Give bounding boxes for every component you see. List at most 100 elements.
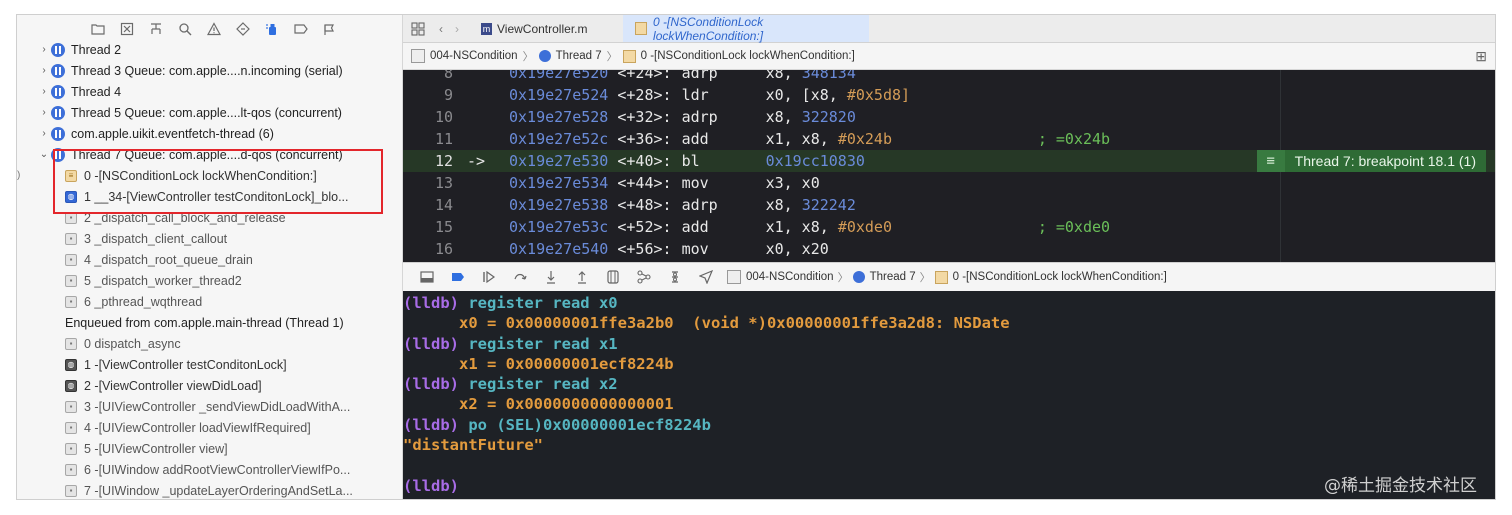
thread-label: com.apple.uikit.eventfetch-thread (6) [71, 126, 274, 141]
stack-frame-row[interactable]: ◍ 1 -[ViewController testConditonLock] [17, 354, 402, 375]
step-over-icon[interactable] [504, 267, 535, 287]
thread-row[interactable]: › Thread 4 [17, 81, 402, 102]
stack-frame-row[interactable]: ▪ 2 _dispatch_call_block_and_release [17, 207, 402, 228]
tab-viewcontroller[interactable]: m ViewController.m [469, 15, 623, 42]
search-icon[interactable] [170, 17, 199, 41]
chevron-right-icon[interactable]: › [37, 107, 51, 118]
chevron-right-icon[interactable]: › [37, 128, 51, 139]
comment: ; =0xde0 [1037, 218, 1111, 236]
frame-icon: ≡ [65, 169, 77, 182]
frame-icon: ▪ [65, 295, 77, 308]
operands: x3, x0 [765, 174, 820, 192]
stack-frame-row[interactable]: ▪ 4 -[UIViewController loadViewIfRequire… [17, 417, 402, 438]
thread-row[interactable]: › Thread 5 Queue: com.apple....lt-qos (c… [17, 102, 402, 123]
tab-disassembly[interactable]: 0 -[NSConditionLock lockWhenCondition:] [623, 15, 869, 43]
debugbar-frame[interactable]: 0 -[NSConditionLock lockWhenCondition:] [953, 271, 1167, 283]
frame-icon: ▪ [65, 211, 77, 224]
memory-graph-icon[interactable] [628, 267, 659, 287]
stack-frame-row[interactable]: ▪ 3 _dispatch_client_callout [17, 228, 402, 249]
address: 0x19e27e528 [509, 108, 609, 126]
source-control-icon[interactable] [112, 17, 141, 41]
breakpoints-toggle-icon[interactable] [442, 267, 473, 287]
stack-frame-row[interactable]: ≡ 0 -[NSConditionLock lockWhenCondition:… [17, 165, 402, 186]
chevron-right-icon[interactable]: › [37, 86, 51, 97]
view-hierarchy-icon[interactable] [597, 267, 628, 287]
step-into-icon[interactable] [535, 267, 566, 287]
offset: <+32>: [608, 108, 672, 126]
environment-overrides-icon[interactable] [659, 267, 690, 287]
step-out-icon[interactable] [566, 267, 597, 287]
stack-frame-row[interactable]: ▪ 6 -[UIWindow addRootViewControllerView… [17, 459, 402, 480]
address: 0x19e27e530 [509, 152, 609, 170]
debugbar-thread[interactable]: Thread 7 [870, 271, 916, 283]
console-line: x2 = 0x0000000000000001 [403, 394, 1495, 414]
disassembly-view: 8 0x19e27e520 <+24>: adrp x8, 348134 9 0x19e… [403, 70, 1495, 262]
folder-icon[interactable] [83, 17, 112, 41]
breadcrumb-separator: 〉 [522, 51, 534, 63]
report-icon[interactable] [315, 17, 344, 41]
thread-label: Thread 3 Queue: com.apple....n.incoming … [71, 63, 343, 78]
console-line: x1 = 0x00000001ecf8224b [403, 354, 1495, 374]
frame-label: 0 dispatch_async [84, 336, 181, 351]
line-number: 14 [434, 196, 453, 214]
warning-icon[interactable] [199, 17, 228, 41]
offset: <+24>: [608, 70, 672, 82]
grid-icon[interactable] [403, 15, 433, 42]
thread-label: Thread 2 [71, 42, 122, 57]
stack-frame-row[interactable]: ▪ 5 _dispatch_worker_thread2 [17, 270, 402, 291]
offset: <+28>: [608, 86, 672, 104]
enqueued-label: Enqueued from com.apple.main-thread (Thr… [65, 315, 344, 330]
project-icon [727, 270, 741, 284]
thread-icon [51, 84, 65, 99]
thread-row[interactable]: › Thread 2 [17, 39, 402, 60]
hide-debug-area-icon[interactable] [411, 267, 442, 287]
lldb-console[interactable]: (lldb) register read x0 x0 = 0x00000001f… [403, 291, 1495, 499]
jumpbar-project[interactable]: 004-NSCondition [430, 50, 518, 62]
jumpbar-frame[interactable]: 0 -[NSConditionLock lockWhenCondition:] [641, 50, 855, 62]
back-arrow-icon[interactable]: ‹ [433, 15, 449, 42]
chevron-right-icon[interactable]: › [37, 65, 51, 76]
thread-row-expanded[interactable]: ⌄ Thread 7 Queue: com.apple....d-qos (co… [17, 144, 402, 165]
user-frame-icon: ◍ [65, 358, 77, 371]
frame-icon: ▪ [65, 337, 77, 350]
offset: <+52>: [608, 218, 672, 236]
enqueued-header: Enqueued from com.apple.main-thread (Thr… [17, 312, 402, 333]
stack-frame-row[interactable]: ▪ 0 dispatch_async [17, 333, 402, 354]
stack-frame-row[interactable]: ▪ 5 -[UIViewController view] [17, 438, 402, 459]
thread-row[interactable]: › Thread 3 Queue: com.apple....n.incomin… [17, 60, 402, 81]
menu-lines-icon[interactable]: ≡ [1256, 150, 1285, 172]
test-diamond-icon[interactable] [228, 17, 257, 41]
chevron-right-icon[interactable]: › [37, 44, 51, 55]
add-icon[interactable]: ⊞ [1475, 48, 1487, 65]
stack-frame-row[interactable]: ▪ 3 -[UIViewController _sendViewDidLoadW… [17, 396, 402, 417]
numeric-operand: 322242 [801, 196, 856, 214]
stack-frame-row[interactable]: ▪ 7 -[UIWindow _updateLayerOrderingAndSe… [17, 480, 402, 499]
stack-frame-row[interactable]: ◍ 1 __34-[ViewController testConditonLoc… [17, 186, 402, 207]
user-frame-icon: ◍ [65, 190, 77, 203]
current-code-line: 12 -> 0x19e27e530 <+40>: bl 0x19cc10830 ≡ Th… [403, 150, 1495, 172]
debug-spray-icon[interactable] [257, 17, 286, 41]
code-line: 11 0x19e27e52c <+36>: add x1, x8, #0x24b ; =… [403, 128, 1495, 150]
debugbar-project[interactable]: 004-NSCondition [746, 271, 834, 283]
forward-arrow-icon[interactable]: › [449, 15, 469, 42]
continue-icon[interactable] [473, 267, 504, 287]
breakpoint-navigator-icon[interactable] [286, 17, 315, 41]
address: 0x19e27e540 [509, 240, 609, 258]
jumpbar-thread[interactable]: Thread 7 [556, 50, 602, 62]
frame-label: 2 -[ViewController viewDidLoad] [84, 378, 262, 393]
breakpoint-badge[interactable]: ≡ Thread 7: breakpoint 18.1 (1) [1256, 150, 1486, 172]
frame-icon: ▪ [65, 484, 77, 497]
address: 0x19e27e534 [509, 174, 609, 192]
frame-label: 0 -[NSConditionLock lockWhenCondition:] [84, 168, 317, 183]
hierarchy-icon[interactable] [141, 17, 170, 41]
mnemonic: adrp [681, 196, 718, 214]
thread-row[interactable]: › com.apple.uikit.eventfetch-thread (6) [17, 123, 402, 144]
thread-icon [51, 147, 65, 162]
stack-frame-row[interactable]: ◍ 2 -[ViewController viewDidLoad] [17, 375, 402, 396]
simulate-location-icon[interactable] [690, 267, 721, 287]
console-line: (lldb) po (SEL)0x00000001ecf8224b [403, 415, 1495, 435]
stack-frame-row[interactable]: ▪ 6 _pthread_wqthread [17, 291, 402, 312]
stack-frame-row[interactable]: ▪ 4 _dispatch_root_queue_drain [17, 249, 402, 270]
chevron-down-icon[interactable]: ⌄ [37, 149, 51, 160]
lldb-output: x0 = 0x00000001ffe3a2b0 (void *)0x000000… [403, 314, 1010, 333]
